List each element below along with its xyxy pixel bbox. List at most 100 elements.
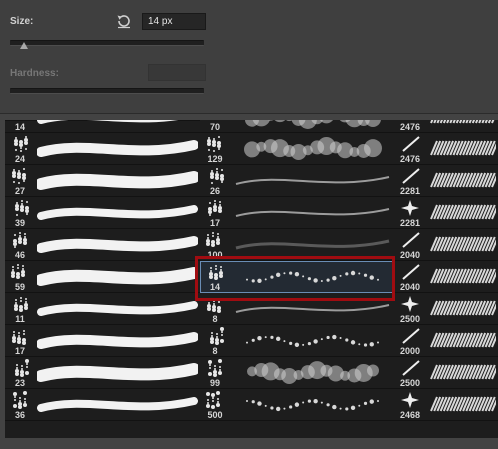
brush-preset-cell[interactable]: 11	[5, 293, 200, 325]
brush-stroke-preview	[37, 397, 198, 412]
brush-preset-cell[interactable]: 2476	[395, 133, 498, 165]
brush-size-label: 26	[209, 186, 220, 196]
brush-stroke-preview	[430, 140, 496, 156]
size-slider-track[interactable]	[10, 40, 204, 46]
brush-tip-icon	[402, 232, 420, 248]
brush-size-label: 11	[15, 314, 25, 324]
brush-preset-cell[interactable]: 27	[5, 165, 200, 197]
brush-tip-icon	[210, 168, 224, 184]
brush-size-label: 24	[14, 154, 25, 164]
size-input[interactable]: 14 px	[142, 13, 206, 30]
brush-tip-icon	[12, 330, 26, 345]
brush-preset-cell[interactable]: 8	[200, 325, 395, 357]
brush-preset-cell[interactable]: 2040	[395, 229, 498, 261]
brush-stroke-preview	[430, 300, 496, 316]
brush-tip-icon	[402, 328, 420, 344]
brush-preset-cell[interactable]: 26	[200, 165, 395, 197]
brush-column: 70 129 26 17 100 14 8 8 99 500	[200, 120, 395, 438]
brush-stroke-preview	[430, 172, 496, 188]
brush-stroke-preview	[430, 236, 496, 252]
brush-preset-cell[interactable]: 17	[200, 197, 395, 229]
brush-size-label: 36	[14, 410, 25, 420]
brush-stroke-preview	[235, 239, 390, 250]
brush-preset-cell[interactable]: 36	[5, 389, 200, 421]
brush-preset-cell[interactable]	[5, 120, 200, 133]
brush-tip-icon	[401, 392, 419, 408]
brush-preset-cell[interactable]: 2040	[395, 261, 498, 293]
brush-preset-cell[interactable]: 2281	[395, 165, 498, 197]
brush-size-label: 59	[14, 282, 25, 292]
brush-preset-cell[interactable]: 8	[200, 293, 395, 325]
panel-bottom-bar	[0, 438, 498, 449]
brush-preset-cell[interactable]: 99	[200, 357, 395, 389]
brush-stroke-preview	[245, 120, 381, 129]
brush-preset-cell[interactable]: 2500	[395, 357, 498, 389]
brush-preset-cell[interactable]: 2500	[395, 293, 498, 325]
brush-preset-cell[interactable]	[395, 120, 498, 133]
brush-tip-icon	[13, 391, 27, 409]
brush-tip-icon	[15, 200, 29, 216]
size-slider-thumb[interactable]	[19, 42, 28, 49]
brush-size-label: 500	[207, 410, 223, 420]
brush-size-label: 23	[14, 378, 25, 388]
brush-size-label: 39	[14, 218, 25, 228]
brush-tip-icon	[401, 296, 419, 312]
brush-stroke-preview	[37, 332, 198, 349]
brush-tip-icon	[200, 120, 230, 121]
brush-preset-cell[interactable]: 500	[200, 389, 395, 421]
brush-stroke-preview	[247, 361, 379, 384]
brush-size-label: 2281	[399, 186, 421, 196]
brush-stroke-preview	[37, 171, 198, 190]
brush-preset-cell[interactable]: 24	[5, 133, 200, 165]
brush-preset-cell[interactable]: 59	[5, 261, 200, 293]
hardness-slider-track	[10, 88, 204, 94]
brush-stroke-preview	[246, 334, 379, 347]
size-label: Size:	[10, 16, 34, 27]
brush-tip-icon	[14, 136, 28, 152]
reset-size-icon[interactable]	[116, 13, 132, 29]
brush-tip-icon	[206, 391, 220, 409]
brush-tip-icon	[5, 120, 35, 121]
brush-size-label: 2500	[399, 378, 421, 388]
brush-size-label: 14	[209, 282, 220, 292]
brush-preset-cell[interactable]: 17	[5, 325, 200, 357]
brush-tip-icon	[207, 298, 221, 313]
brush-stroke-preview	[430, 120, 495, 124]
brush-tip-icon	[206, 232, 220, 247]
brush-stroke-preview	[37, 236, 198, 253]
brush-preset-cell[interactable]	[200, 120, 395, 133]
brush-preset-cell[interactable]: 46	[5, 229, 200, 261]
brush-stroke-preview	[430, 204, 496, 220]
brush-column: 14 24 27 39 46 59 11 17 23 36	[5, 120, 200, 438]
brush-preset-cell[interactable]: 100	[200, 229, 395, 261]
brush-tip-icon	[11, 264, 25, 279]
brush-preset-cell[interactable]: 2000	[395, 325, 498, 357]
brush-tip-icon	[402, 264, 420, 280]
brush-tip-icon	[15, 359, 29, 377]
brush-tip-icon	[401, 200, 419, 216]
brush-tip-icon	[395, 120, 425, 121]
brush-preset-cell[interactable]: 39	[5, 197, 200, 229]
brush-preset-cell[interactable]: 129	[200, 133, 395, 165]
brush-tip-icon	[12, 168, 26, 184]
brush-stroke-preview	[430, 268, 496, 284]
brush-options-panel	[0, 0, 498, 113]
brush-stroke-preview	[246, 399, 379, 412]
brush-stroke-preview	[37, 301, 198, 316]
brush-preset-cell[interactable]: 14	[200, 261, 395, 293]
brush-size-label: 2500	[399, 314, 421, 324]
brush-stroke-preview	[37, 267, 198, 286]
brush-size-label: 2000	[399, 346, 421, 356]
brush-size-label: 2476	[399, 154, 421, 164]
brush-preset-cell[interactable]: 2281	[395, 197, 498, 229]
brush-size-label: 100	[207, 250, 223, 260]
brush-preset-cell[interactable]: 23	[5, 357, 200, 389]
brush-tip-icon	[208, 359, 222, 377]
brush-tip-icon	[14, 297, 28, 312]
hardness-input	[148, 64, 206, 81]
brush-tip-icon	[13, 232, 27, 248]
brush-size-label: 27	[14, 186, 25, 196]
brush-size-label: 17	[14, 346, 25, 356]
brush-preset-cell[interactable]: 2468	[395, 389, 498, 421]
brush-size-label: 2468	[399, 410, 421, 420]
